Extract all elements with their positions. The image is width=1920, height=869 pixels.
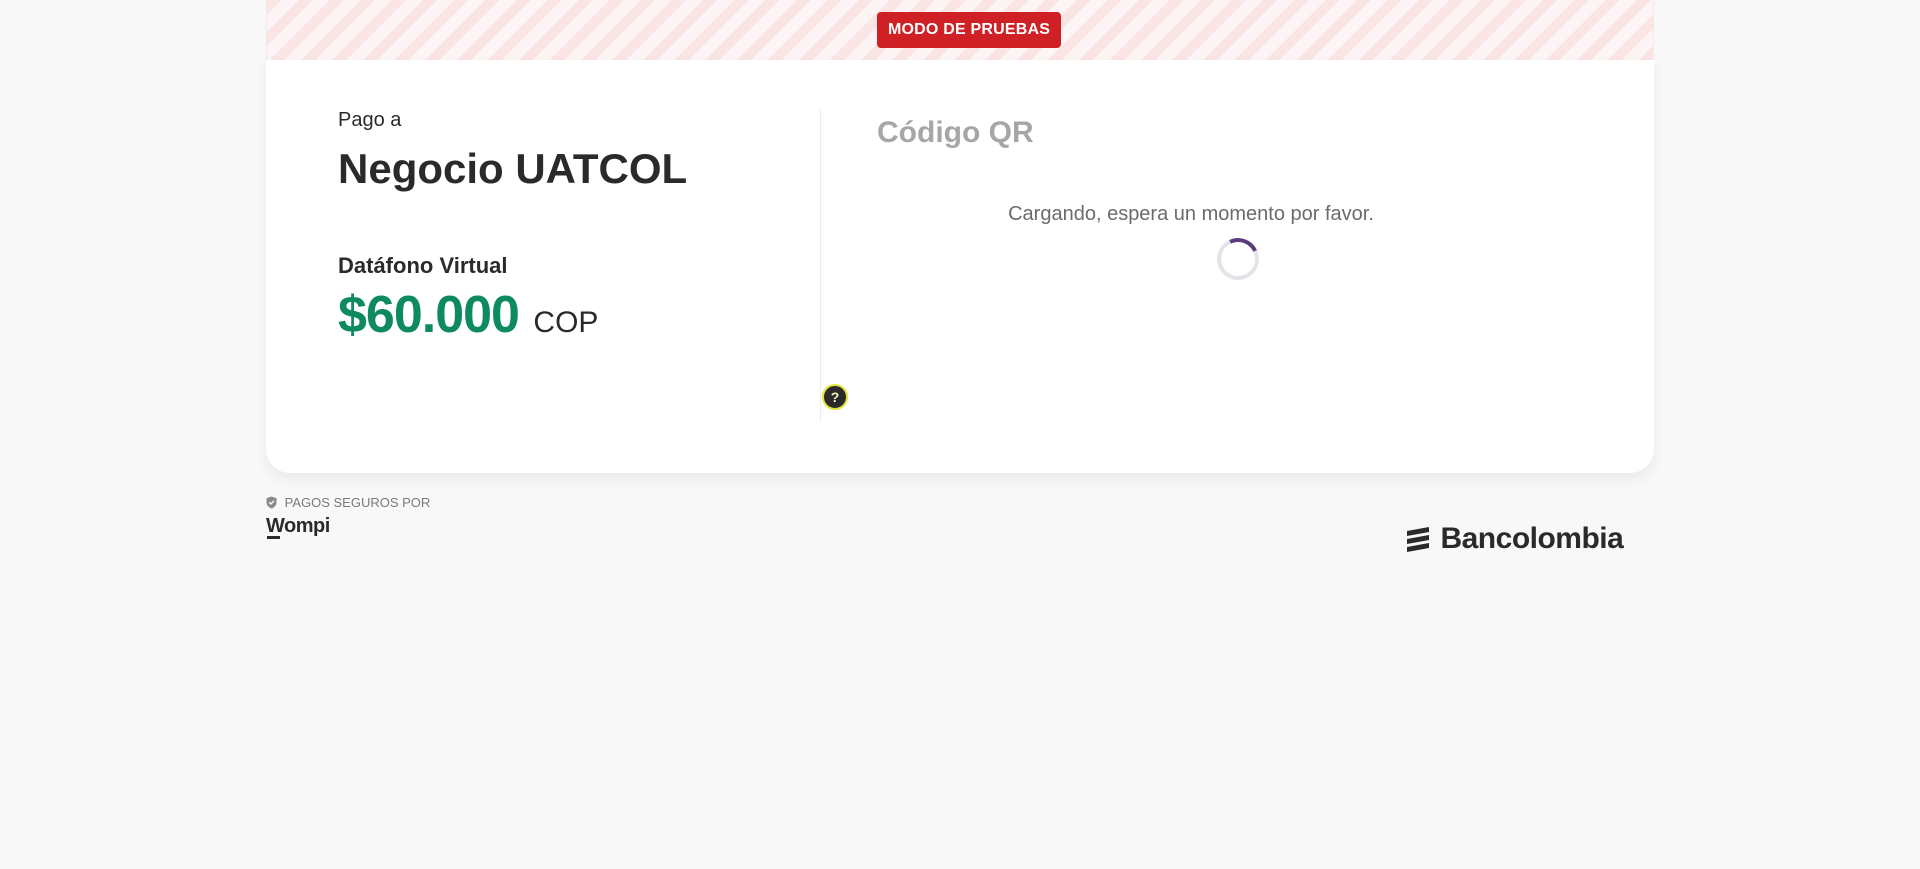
pay-to-label: Pago a — [338, 109, 402, 131]
loading-spinner — [1211, 232, 1265, 286]
bancolombia-mark-icon — [1404, 525, 1432, 558]
shield-icon — [266, 496, 277, 512]
payment-summary: Pago a Negocio UATCOL Datáfono Virtual $… — [338, 60, 848, 473]
bancolombia-wordmark: Bancolombia — [1440, 522, 1624, 555]
checkout-card: Pago a Negocio UATCOL Datáfono Virtual $… — [266, 60, 1654, 473]
amount-value: $60.000 — [338, 286, 520, 344]
test-mode-badge: MODO DE PRUEBAS — [877, 12, 1062, 48]
amount-row: $60.000 COP — [338, 285, 598, 345]
bancolombia-logo: Bancolombia — [1404, 522, 1624, 558]
merchant-name: Negocio UATCOL — [338, 145, 688, 192]
wompi-logo-underline — [267, 536, 280, 539]
amount-currency: COP — [533, 306, 599, 339]
footer: PAGOS SEGUROS POR Wompi Bancolombia — [266, 495, 1654, 565]
qr-title: Código QR — [877, 116, 1034, 149]
qr-panel: Código QR Cargando, espera un momento po… — [821, 60, 1654, 473]
secure-payments-label: PAGOS SEGUROS POR — [284, 495, 431, 510]
wompi-logo: Wompi — [266, 515, 330, 537]
loading-message: Cargando, espera un momento por favor. — [1008, 203, 1374, 225]
test-mode-banner: MODO DE PRUEBAS — [266, 0, 1654, 60]
product-label: Datáfono Virtual — [338, 253, 508, 278]
checkout-card-wrapper: MODO DE PRUEBAS Pago a Negocio UATCOL Da… — [266, 0, 1654, 473]
secure-payments-line: PAGOS SEGUROS POR — [266, 495, 430, 512]
